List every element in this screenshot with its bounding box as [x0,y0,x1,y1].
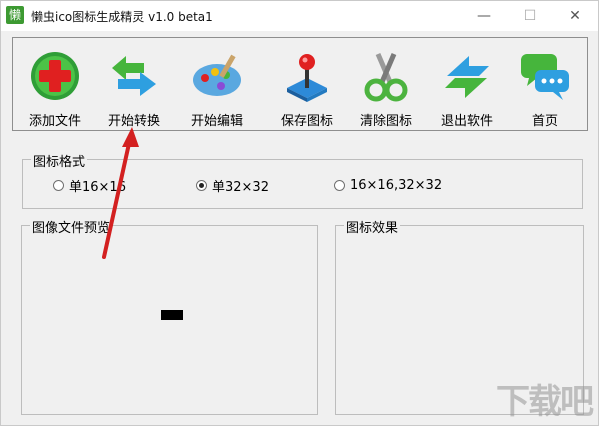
add-file-button[interactable]: 添加文件 [19,46,91,130]
toolbar: 添加文件 开始转换 开始编辑 保存图标 清除图标 退出软件 首页 [12,37,588,131]
radio-both-label: 16×16,32×32 [350,177,443,193]
preview-image [161,310,183,320]
radio-16-and-32[interactable]: 16×16,32×32 [334,177,442,193]
app-icon: 懒 [6,6,24,24]
image-preview-group: 图像文件预览 [21,217,318,415]
exit-button[interactable]: 退出软件 [431,46,503,130]
clear-icon-button[interactable]: 清除图标 [350,46,422,130]
palette-icon [193,54,241,96]
radio-32-indicator [196,179,207,191]
radio-both-indicator [334,179,345,191]
start-edit-button[interactable]: 开始编辑 [181,46,253,130]
radio-16-indicator [53,179,64,191]
radio-single-32[interactable]: 单32×32 [196,177,269,195]
icon-format-legend: 图标格式 [31,151,88,170]
chat-bubbles-icon [521,54,569,100]
scissors-icon [364,53,408,102]
app-window: 懒 懒虫ico图标生成精灵 v1.0 beta1 — ☐ ✕ 添加文件 开始转换 [0,0,599,426]
clear-icon-label: 清除图标 [359,114,412,129]
add-red-cross-icon [31,52,79,100]
convert-arrows-icon [112,56,156,96]
save-icon-label: 保存图标 [280,114,333,129]
title-bar: 懒 懒虫ico图标生成精灵 v1.0 beta1 — ☐ ✕ [1,1,598,31]
annotation-arrow [102,127,139,259]
close-button[interactable]: ✕ [552,1,598,31]
minimize-button[interactable]: — [461,1,507,31]
home-label: 首页 [531,114,558,129]
save-icon-button[interactable]: 保存图标 [271,46,343,130]
exit-label: 退出软件 [440,114,493,129]
start-edit-label: 开始编辑 [190,114,243,129]
icon-effect-legend: 图标效果 [344,217,401,236]
watermark: 下载吧 [496,382,594,422]
exit-arrow-icon [445,56,489,98]
home-button[interactable]: 首页 [509,46,581,130]
radio-32-label: 单32×32 [212,179,269,195]
window-title: 懒虫ico图标生成精灵 v1.0 beta1 [31,10,213,24]
add-file-label: 添加文件 [28,114,81,129]
minimize-icon: — [477,8,491,24]
close-icon: ✕ [569,8,581,24]
maximize-button[interactable]: ☐ [507,1,553,31]
start-convert-button[interactable]: 开始转换 [98,46,170,130]
joystick-icon [287,54,327,102]
maximize-icon: ☐ [523,8,537,24]
